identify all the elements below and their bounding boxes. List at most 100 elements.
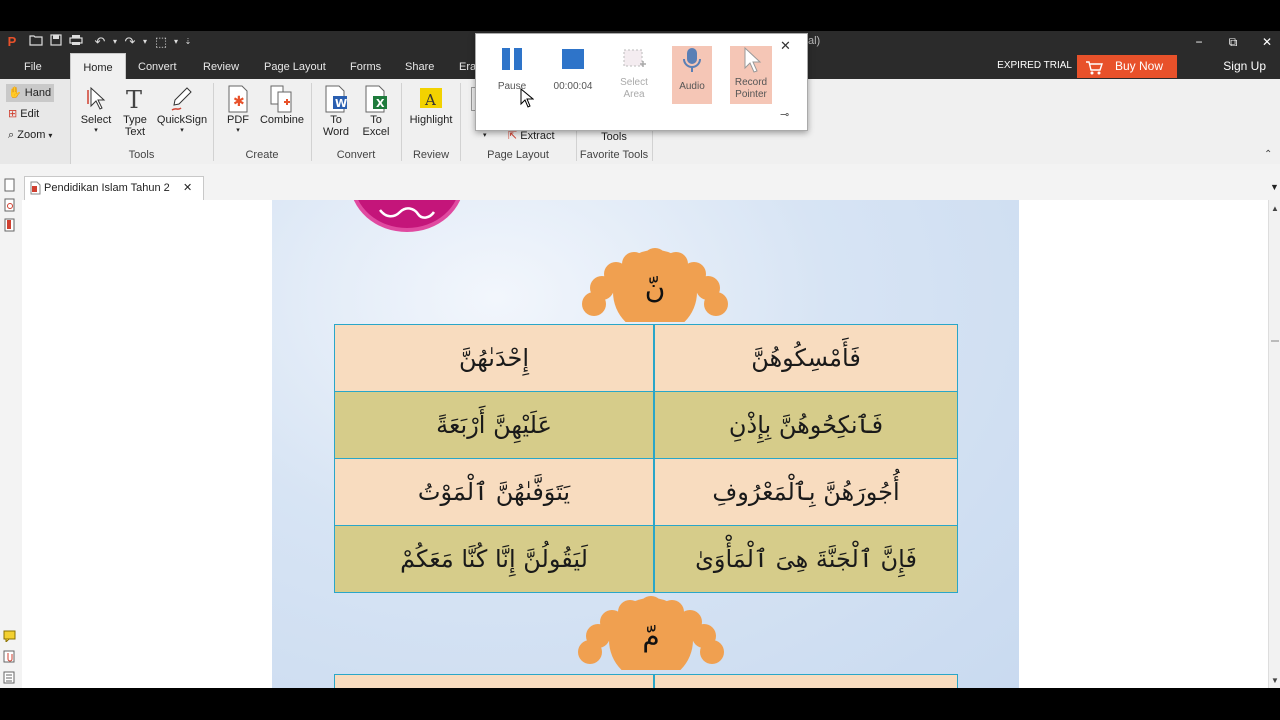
to-word-button[interactable]: W To Word (320, 84, 352, 138)
combine-button[interactable]: Combine (259, 84, 305, 126)
audio-button[interactable]: Audio (672, 46, 712, 92)
sign-up-link[interactable]: Sign Up (1223, 53, 1266, 79)
svg-text:W: W (335, 97, 347, 110)
attachments-panel-icon[interactable] (3, 650, 16, 666)
collapse-ribbon-icon[interactable]: ⌃ (1264, 149, 1272, 160)
words-table: إِحْدَىٰهُنَّ فَأَمْسِكُوهُنَّ عَلَيْهِنَّ… (334, 324, 958, 594)
chapter-badge-pink (350, 200, 464, 232)
mouse-pointer-icon (520, 88, 534, 108)
tab-home[interactable]: Home (70, 53, 126, 80)
zoom-icon: ⌕ (8, 129, 15, 141)
pointer-icon (744, 46, 762, 73)
select-area-icon (623, 49, 646, 67)
tab-share[interactable]: Share (397, 53, 442, 79)
layers-panel-icon[interactable] (3, 671, 16, 687)
select-area-label: Select Area (620, 77, 648, 100)
comments-panel-icon[interactable] (3, 630, 16, 645)
document-tab-bar: Pendidikan Islam Tahun 2 ✕ ▼ (0, 164, 1280, 201)
select-button[interactable]: Select ▾ (78, 84, 114, 134)
restore-button[interactable]: ⧉ (1216, 31, 1250, 53)
highlight-icon: A (418, 84, 444, 114)
close-document-tab-button[interactable]: ✕ (183, 181, 192, 194)
svg-text:✱: ✱ (233, 94, 245, 110)
redo-dropdown-icon[interactable]: ▾ (137, 34, 153, 50)
svg-text:T: T (126, 86, 142, 114)
table-cell-left: لَيَقُولُنَّ إِنَّا كُنَّا مَعَكُمْ (400, 545, 588, 573)
tab-review[interactable]: Review (195, 53, 247, 79)
tab-convert[interactable]: Convert (130, 53, 185, 79)
table-row: عَلَيْهِنَّ أَرْبَعَةً فَٱنكِحُوهُنَّ بِإ… (334, 391, 958, 459)
table-divider (653, 675, 655, 688)
customize-toolbar-icon[interactable]: ⇣ (180, 34, 196, 50)
zoom-label: Zoom (17, 129, 46, 141)
quicksign-dropdown-icon: ▾ (180, 127, 184, 134)
table-cell-left: إِحْدَىٰهُنَّ (458, 344, 530, 372)
to-excel-button[interactable]: X To Excel (360, 84, 392, 138)
window-title: al) (808, 35, 821, 47)
mode-pane: ✋ Hand ⊞ Edit ⌕ Zoom ▾ (0, 79, 71, 164)
pin-icon[interactable]: ⊸ (780, 108, 789, 121)
quicksign-label: QuickSign (156, 114, 208, 126)
pause-button[interactable]: Pause (492, 46, 532, 92)
quicksign-button[interactable]: QuickSign ▾ (156, 84, 208, 134)
scroll-up-arrow-icon[interactable]: ▲ (1271, 204, 1279, 213)
table-row: يَتَوَفَّىٰهُنَّ ٱلْمَوْتُ أُجُورَهُنَّ ب… (334, 458, 958, 526)
type-text-button[interactable]: T Type Text (120, 84, 150, 138)
words-table-next (334, 674, 958, 688)
tab-file[interactable]: File (16, 53, 50, 79)
table-cell-right: فَأَمْسِكُوهُنَّ (751, 344, 861, 372)
combine-label: Combine (259, 114, 305, 126)
buy-now-button[interactable]: Buy Now (1077, 55, 1177, 78)
table-cell-left: يَتَوَفَّىٰهُنَّ ٱلْمَوْتُ (417, 478, 571, 506)
tab-page-layout[interactable]: Page Layout (256, 53, 334, 79)
select-cursor-icon (83, 84, 109, 114)
hand-label: Hand (24, 87, 52, 99)
edit-tool[interactable]: ⊞ Edit (6, 105, 42, 123)
type-text-icon: T (122, 84, 148, 114)
save-icon[interactable] (48, 34, 64, 50)
hand-icon: ✋ (8, 87, 22, 99)
record-pointer-label: Record Pointer (734, 77, 768, 100)
tab-forms[interactable]: Forms (342, 53, 389, 79)
document-tab[interactable]: Pendidikan Islam Tahun 2 ✕ (24, 176, 204, 201)
redo-icon[interactable]: ↷ (122, 34, 138, 50)
undo-icon[interactable]: ↶ (92, 34, 108, 50)
to-excel-label: To Excel (362, 114, 390, 138)
svg-text:X: X (376, 97, 385, 110)
highlight-label: Highlight (409, 114, 453, 126)
select-label: Select (80, 114, 112, 126)
table-cell-right: فَإِنَّ ٱلْجَنَّةَ هِىَ ٱلْمَأْوَىٰ (695, 545, 917, 573)
to-word-label: To Word (322, 114, 350, 138)
tab-list-dropdown-icon[interactable]: ▼ (1270, 182, 1279, 192)
table-row: لَيَقُولُنَّ إِنَّا كُنَّا مَعَكُمْ فَإِن… (334, 525, 958, 593)
highlight-button[interactable]: A Highlight (406, 84, 456, 126)
zoom-tool[interactable]: ⌕ Zoom ▾ (6, 126, 55, 144)
cursor-tool-icon[interactable]: ⬚ (153, 34, 169, 50)
search-panel-icon[interactable] (4, 198, 16, 215)
close-recorder-button[interactable]: ✕ (780, 38, 791, 54)
page-layout-dropdown-icon[interactable]: ▾ (483, 131, 487, 139)
extract-icon: ⇱ (508, 130, 518, 142)
open-folder-icon[interactable] (28, 34, 44, 50)
pages-panel-icon[interactable] (4, 178, 16, 195)
create-pdf-button[interactable]: ✱ PDF ▾ (222, 84, 254, 134)
favorite-tools-button[interactable]: Tools (578, 131, 650, 143)
letterbox-top (0, 0, 1280, 31)
vertical-scrollbar[interactable]: ▲ ▼ (1268, 200, 1280, 688)
pause-icon (502, 48, 522, 70)
select-area-button[interactable]: Select Area (614, 46, 654, 101)
hand-tool[interactable]: ✋ Hand (6, 84, 55, 102)
page-layout-group-label: Page Layout (487, 149, 549, 161)
print-icon[interactable] (68, 34, 84, 50)
app-logo-icon: P (7, 34, 17, 49)
minimize-button[interactable]: − (1182, 31, 1216, 53)
scroll-thumb[interactable] (1271, 340, 1279, 342)
record-pointer-button[interactable]: Record Pointer (730, 46, 772, 101)
bookmarks-panel-icon[interactable] (4, 218, 16, 235)
undo-dropdown-icon[interactable]: ▾ (107, 34, 123, 50)
stop-button[interactable]: 00:00:04 (552, 46, 594, 92)
buy-now-label: Buy Now (1115, 59, 1164, 73)
close-window-button[interactable]: ✕ (1250, 31, 1280, 53)
scroll-down-arrow-icon[interactable]: ▼ (1271, 676, 1279, 685)
expired-trial-label: EXPIRED TRIAL (997, 60, 1072, 71)
